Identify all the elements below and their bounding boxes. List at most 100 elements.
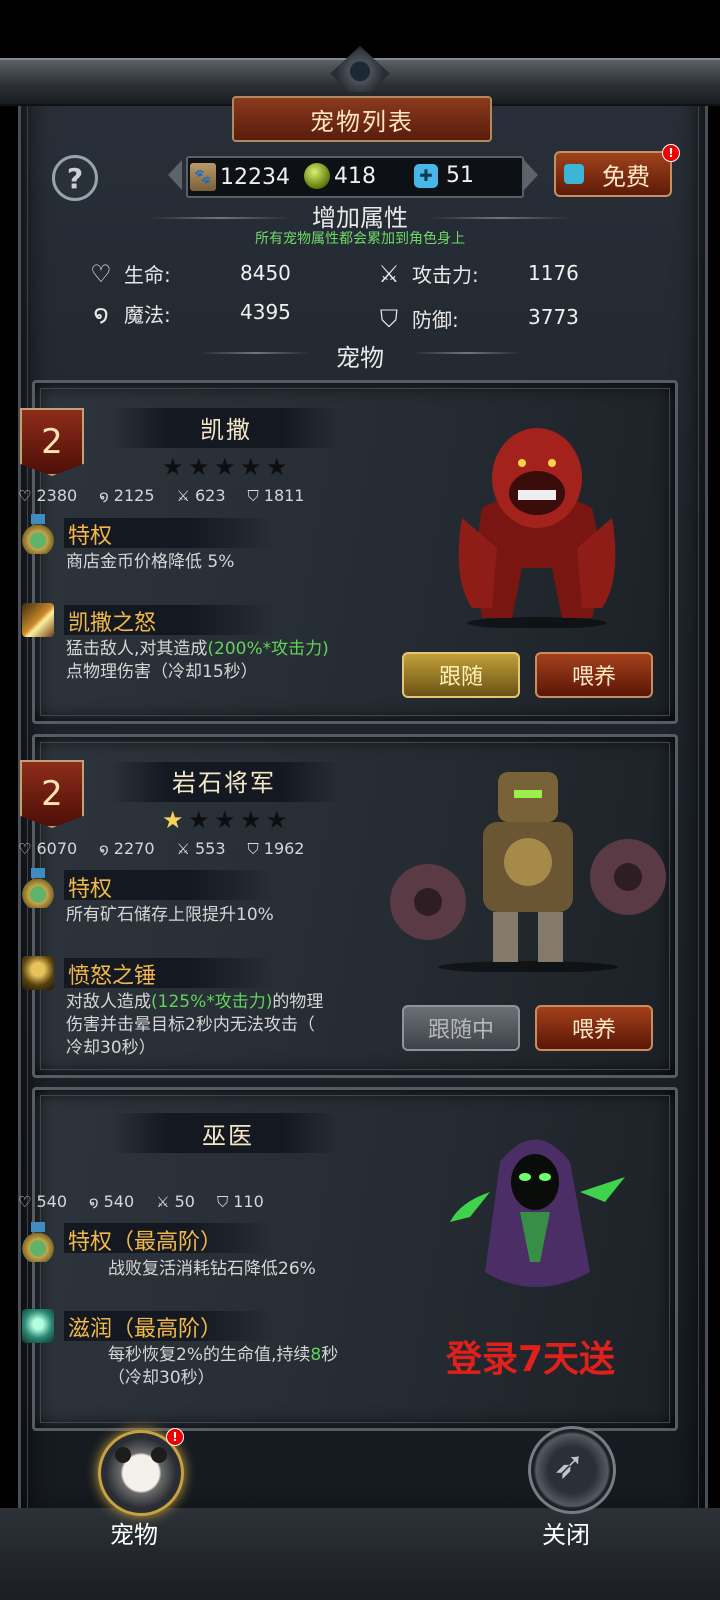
pet-hp: ♡ 540 <box>18 1192 67 1211</box>
swirl-icon: ໑ <box>99 839 109 858</box>
pet-name: 凯撒 <box>200 416 252 444</box>
heart-icon: ♡ <box>90 259 112 288</box>
star-icon: ★ <box>214 806 236 834</box>
pet-stats: ♡ 540 ໑ 540 ⚔ 50 ⛉ 110 <box>18 1192 286 1211</box>
pet-stats: ♡ 6070 ໑ 2270 ⚔ 553 ⛉ 1962 <box>18 839 326 858</box>
shield-icon: ⛉ <box>380 304 398 333</box>
skill-desc: 对敌人造成(125%*攻击力)的物理 伤害并击晕目标2秒内无法攻击（ 冷却30秒… <box>66 991 396 1060</box>
pet-atk-value: 623 <box>194 486 226 505</box>
pet-atk-value: 50 <box>174 1192 195 1211</box>
sword-icon: ⚔ <box>176 839 190 858</box>
close-icon: ➶ <box>553 1443 585 1487</box>
hp-stat: ♡ 生命: <box>86 259 171 288</box>
free-button[interactable]: 免费 <box>554 151 672 197</box>
pet-def: ⛉ 1811 <box>248 486 305 505</box>
sword-icon: ⚔ <box>378 259 400 288</box>
pet-atk: ⚔ 623 <box>177 486 226 505</box>
puzzle-resource: ✚ 51 <box>414 163 474 188</box>
perk-desc: 商店金币价格降低 5% <box>66 552 235 572</box>
skill-desc-text: 点物理伤害（冷却15秒） <box>66 662 258 682</box>
rock-general-pet-image <box>390 772 666 972</box>
feed-button[interactable]: 喂养 <box>535 652 653 698</box>
free-button-label: 免费 <box>602 162 650 191</box>
food-count: 12234 <box>220 164 290 190</box>
resource-next-arrow-icon[interactable] <box>524 160 538 190</box>
perk-desc: 战败复活消耗钻石降低26% <box>108 1259 316 1279</box>
promo-text: 登录7天送 <box>446 1339 616 1380</box>
help-button[interactable]: ? <box>52 155 98 201</box>
page-title: 宠物列表 <box>232 96 492 142</box>
attributes-note: 所有宠物属性都会累加到角色身上 <box>255 231 465 247</box>
resource-prev-arrow-icon[interactable] <box>168 160 182 190</box>
fire-claw-icon <box>22 603 54 637</box>
food-resource: 🐾 12234 <box>190 163 290 191</box>
perk-title: 特权（最高阶） <box>68 1230 223 1255</box>
mp-stat: ໑ 魔法: <box>86 299 171 328</box>
puzzle-piece-icon <box>564 164 584 184</box>
atk-stat: ⚔ 攻击力: <box>374 259 479 288</box>
perk-desc: 所有矿石储存上限提升10% <box>66 905 274 925</box>
pet-def-value: 1811 <box>263 486 305 505</box>
star-icon: ★ <box>240 453 262 481</box>
skill-desc: 猛击敌人,对其造成(200%*攻击力) 点物理伤害（冷却15秒） <box>66 638 406 684</box>
star-icon: ★ <box>188 453 210 481</box>
skill-title: 滋润（最高阶） <box>68 1317 223 1342</box>
feed-button[interactable]: 喂养 <box>535 1005 653 1051</box>
perk-title: 特权 <box>68 524 113 549</box>
skill-desc-highlight: (125%*攻击力) <box>151 992 273 1012</box>
notification-badge: ! <box>662 144 680 162</box>
pet-hp-value: 6070 <box>36 839 78 858</box>
mp-label: 魔法: <box>124 303 171 327</box>
pet-stats: ♡ 2380 ໑ 2125 ⚔ 623 ⛉ 1811 <box>18 486 326 505</box>
swirl-icon: ໑ <box>99 486 109 505</box>
skill-desc-text: 对敌人造成 <box>66 992 151 1012</box>
pet-mp-value: 2270 <box>113 839 155 858</box>
mp-value: 4395 <box>240 300 291 324</box>
shield-icon: ⛉ <box>216 1192 229 1211</box>
shield-icon: ⛉ <box>247 486 259 505</box>
skill-desc-text: （冷却30秒） <box>108 1368 215 1388</box>
close-label: 关闭 <box>542 1521 590 1549</box>
sword-icon: ⚔ <box>156 1192 170 1211</box>
pet-def-value: 1962 <box>263 839 305 858</box>
heart-icon: ♡ <box>18 486 32 505</box>
skill-desc-highlight: (200%*攻击力) <box>207 639 329 659</box>
sword-icon: ⚔ <box>176 486 190 505</box>
swirl-icon: ໑ <box>89 1192 99 1211</box>
pet-rank-badge: 2 <box>20 760 84 828</box>
close-button[interactable]: ➶ <box>528 1426 616 1514</box>
skill-desc-text: 秒 <box>321 1345 339 1365</box>
star-icon: ★ <box>188 806 210 834</box>
atk-label: 攻击力: <box>412 263 479 287</box>
red-gorilla-pet-image <box>458 428 616 628</box>
pet-mp: ໑ 540 <box>89 1192 134 1211</box>
skill-desc-text: 冷却30秒） <box>66 1038 156 1058</box>
panda-ear-icon <box>151 1447 167 1463</box>
follow-button[interactable]: 跟随 <box>402 652 520 698</box>
orb-count: 418 <box>334 163 376 189</box>
green-orb-icon <box>304 163 330 189</box>
star-icon: ★ <box>162 806 184 834</box>
skill-desc-text: 猛击敌人,对其造成 <box>66 639 208 659</box>
star-icon: ★ <box>266 453 288 481</box>
following-button[interactable]: 跟随中 <box>402 1005 520 1051</box>
def-value: 3773 <box>528 305 579 329</box>
medal-icon <box>22 868 54 908</box>
paw-scroll-icon: 🐾 <box>190 163 216 191</box>
healing-icon <box>22 1309 54 1343</box>
skill-title: 凯撒之怒 <box>68 611 157 636</box>
panda-ear-icon <box>115 1447 131 1463</box>
hp-label: 生命: <box>124 263 171 287</box>
skill-title: 愤怒之锤 <box>68 964 157 989</box>
star-rating: ★ ★ ★ ★ ★ <box>162 808 292 832</box>
pet-def: ⛉ 1962 <box>248 839 305 858</box>
pet-hp-value: 2380 <box>36 486 78 505</box>
swirl-icon: ໑ <box>93 299 109 328</box>
atk-value: 1176 <box>528 261 579 285</box>
medal-icon <box>22 514 54 554</box>
heart-icon: ♡ <box>18 839 32 858</box>
pet-mp-value: 540 <box>103 1192 135 1211</box>
skill-desc-text: 伤害并击晕目标2秒内无法攻击（ <box>66 1015 315 1035</box>
def-label: 防御: <box>412 308 459 332</box>
pet-name: 岩石将军 <box>172 769 276 797</box>
